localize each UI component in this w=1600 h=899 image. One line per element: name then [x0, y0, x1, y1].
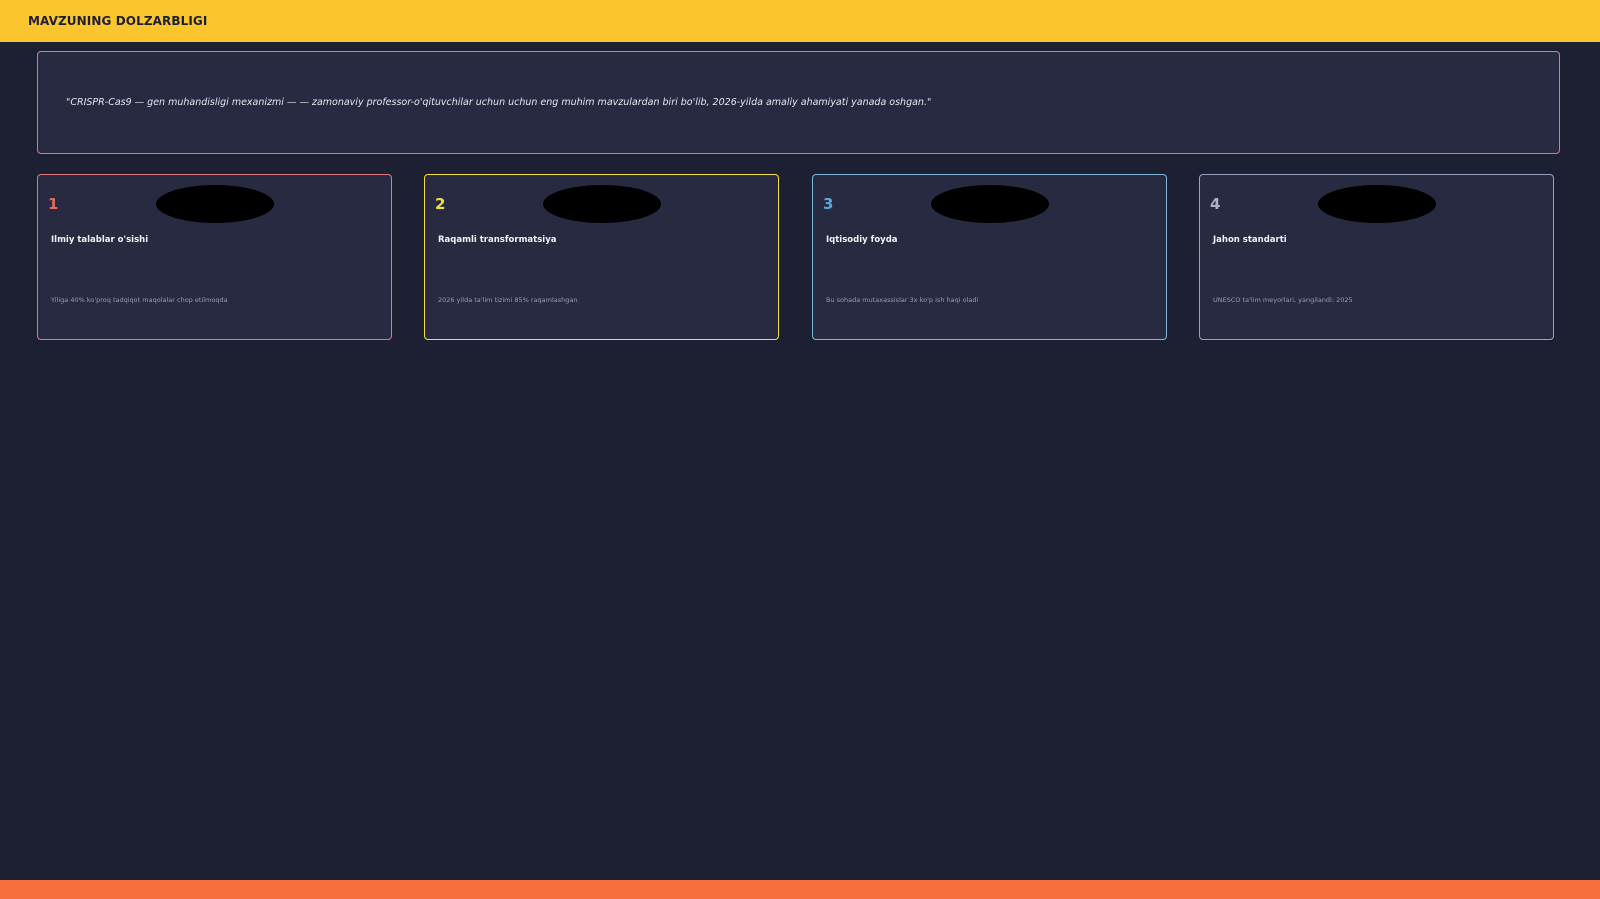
card-digital-transformation: 2 Raqamli transformatsiya 2026 yilda ta'… — [424, 174, 779, 340]
card-title: Raqamli transformatsiya — [438, 235, 557, 245]
card-number: 2 — [435, 195, 446, 213]
header-bar: MAVZUNING DOLZARBLIGI — [0, 0, 1600, 42]
card-image-placeholder — [1318, 185, 1436, 223]
card-world-standard: 4 Jahon standarti UNESCO ta'lim meyorlar… — [1199, 174, 1554, 340]
card-title: Jahon standarti — [1213, 235, 1287, 245]
card-number: 1 — [48, 195, 59, 213]
card-image-placeholder — [156, 185, 274, 223]
card-image-placeholder — [543, 185, 661, 223]
card-economic-benefit: 3 Iqtisodiy foyda Bu sohada mutaxassisla… — [812, 174, 1167, 340]
card-image-placeholder — [931, 185, 1049, 223]
card-number: 4 — [1210, 195, 1221, 213]
footer-bar — [0, 880, 1600, 899]
quote-text: "CRISPR-Cas9 — gen muhandisligi mexanizm… — [66, 97, 932, 108]
card-description: Yiliga 40% ko'proq tadqiqot maqolalar ch… — [51, 296, 228, 304]
card-scientific-demand: 1 Ilmiy talablar o'sishi Yiliga 40% ko'p… — [37, 174, 392, 340]
card-description: 2026 yilda ta'lim tizimi 85% raqamlashga… — [438, 296, 578, 304]
card-description: Bu sohada mutaxassislar 3x ko'p ish haqi… — [826, 296, 979, 304]
card-description: UNESCO ta'lim meyorlari, yangilandi: 202… — [1213, 296, 1353, 304]
quote-box: "CRISPR-Cas9 — gen muhandisligi mexanizm… — [37, 51, 1560, 154]
card-number: 3 — [823, 195, 834, 213]
card-title: Ilmiy talablar o'sishi — [51, 235, 149, 245]
page-title: MAVZUNING DOLZARBLIGI — [28, 14, 208, 28]
card-title: Iqtisodiy foyda — [826, 235, 898, 245]
